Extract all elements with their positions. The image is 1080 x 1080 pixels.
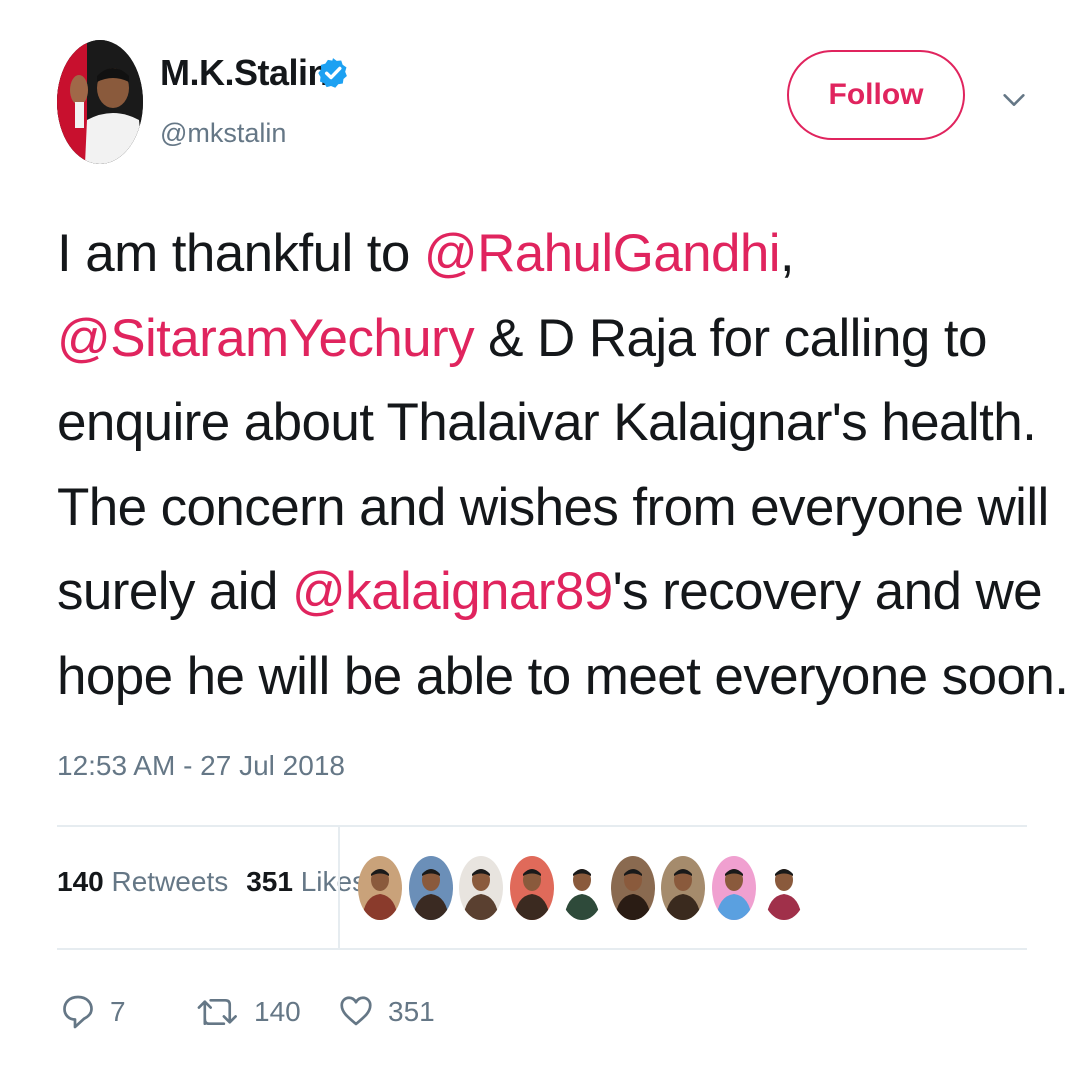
tweet-text-segment: hope he will be able to meet everyone so… — [57, 646, 1069, 706]
liker-avatar-5[interactable] — [560, 856, 604, 920]
tweet-text-segment: enquire about Thalaivar Kalaignar's heal… — [57, 393, 1037, 453]
tweet-timestamp[interactable]: 12:53 AM - 27 Jul 2018 — [57, 750, 345, 782]
tweet-text-line: surely aid @kalaignar89's recovery and w… — [57, 550, 1047, 635]
liker-avatar-9[interactable] — [762, 856, 806, 920]
mention-link[interactable]: @RahulGandhi — [424, 224, 781, 283]
liker-avatar-3[interactable] — [459, 856, 503, 920]
liker-avatar-4[interactable] — [509, 856, 554, 920]
user-avatar[interactable] — [57, 40, 143, 164]
retweets-label: Retweets — [111, 866, 229, 897]
reply-icon — [63, 995, 93, 1029]
reply-action[interactable]: 7 — [60, 990, 126, 1034]
tweet-text-segment: & D Raja for calling to — [473, 308, 987, 368]
heart-icon — [340, 996, 372, 1026]
follow-button[interactable]: Follow — [787, 50, 965, 140]
liker-avatar-7[interactable] — [661, 856, 705, 920]
mention-link[interactable]: @kalaignar89 — [292, 562, 613, 621]
tweet-text-segment: 's recovery and we — [612, 562, 1043, 622]
retweet-icon — [197, 998, 237, 1026]
stats-divider — [338, 827, 340, 948]
likes-label: Likes — [300, 866, 367, 897]
reply-count: 7 — [110, 996, 126, 1027]
tweet-text-line: The concern and wishes from everyone wil… — [57, 466, 1049, 551]
likes-stat[interactable]: 351 Likes — [246, 866, 366, 897]
mention-link[interactable]: @SitaramYechury — [57, 309, 475, 368]
liker-avatar-2[interactable] — [408, 856, 453, 920]
user-handle[interactable]: @mkstalin — [160, 118, 286, 149]
chevron-down-icon[interactable] — [1000, 86, 1028, 114]
tweet-text-line: enquire about Thalaivar Kalaignar's heal… — [57, 381, 1047, 466]
tweet-text-segment: , — [779, 224, 795, 283]
tweet-text-segment: I am thankful to — [57, 224, 424, 283]
tweet-text-line: hope he will be able to meet everyone so… — [57, 635, 1069, 720]
divider — [57, 948, 1027, 950]
liker-avatar-8[interactable] — [711, 856, 756, 920]
tweet-text-segment: The concern and wishes from everyone wil… — [57, 477, 1049, 537]
retweet-action[interactable]: 140 — [196, 990, 301, 1034]
tweet-stats: 140 Retweets 351 Likes — [57, 866, 366, 898]
tweet-text-line: @SitaramYechury & D Raja for calling to — [57, 297, 1047, 382]
display-name[interactable]: M.K.Stalin — [160, 52, 330, 94]
retweets-stat[interactable]: 140 Retweets — [57, 866, 228, 897]
divider — [57, 825, 1027, 827]
tweet-card: M.K.Stalin @mkstalin Follow I am thankfu… — [0, 0, 1080, 1080]
liker-avatar-1[interactable] — [358, 856, 402, 920]
like-action[interactable]: 351 — [338, 990, 435, 1034]
verified-badge-icon — [318, 58, 347, 88]
tweet-text-segment: surely aid — [57, 562, 292, 622]
tweet-text-line: I am thankful to @RahulGandhi, — [57, 212, 1047, 297]
likes-count: 351 — [246, 866, 293, 897]
like-count: 351 — [388, 996, 435, 1027]
tweet-text: I am thankful to @RahulGandhi, @SitaramYe… — [57, 212, 1069, 720]
liker-avatar-6[interactable] — [610, 856, 655, 920]
retweets-count: 140 — [57, 866, 104, 897]
retweet-count: 140 — [254, 996, 301, 1027]
